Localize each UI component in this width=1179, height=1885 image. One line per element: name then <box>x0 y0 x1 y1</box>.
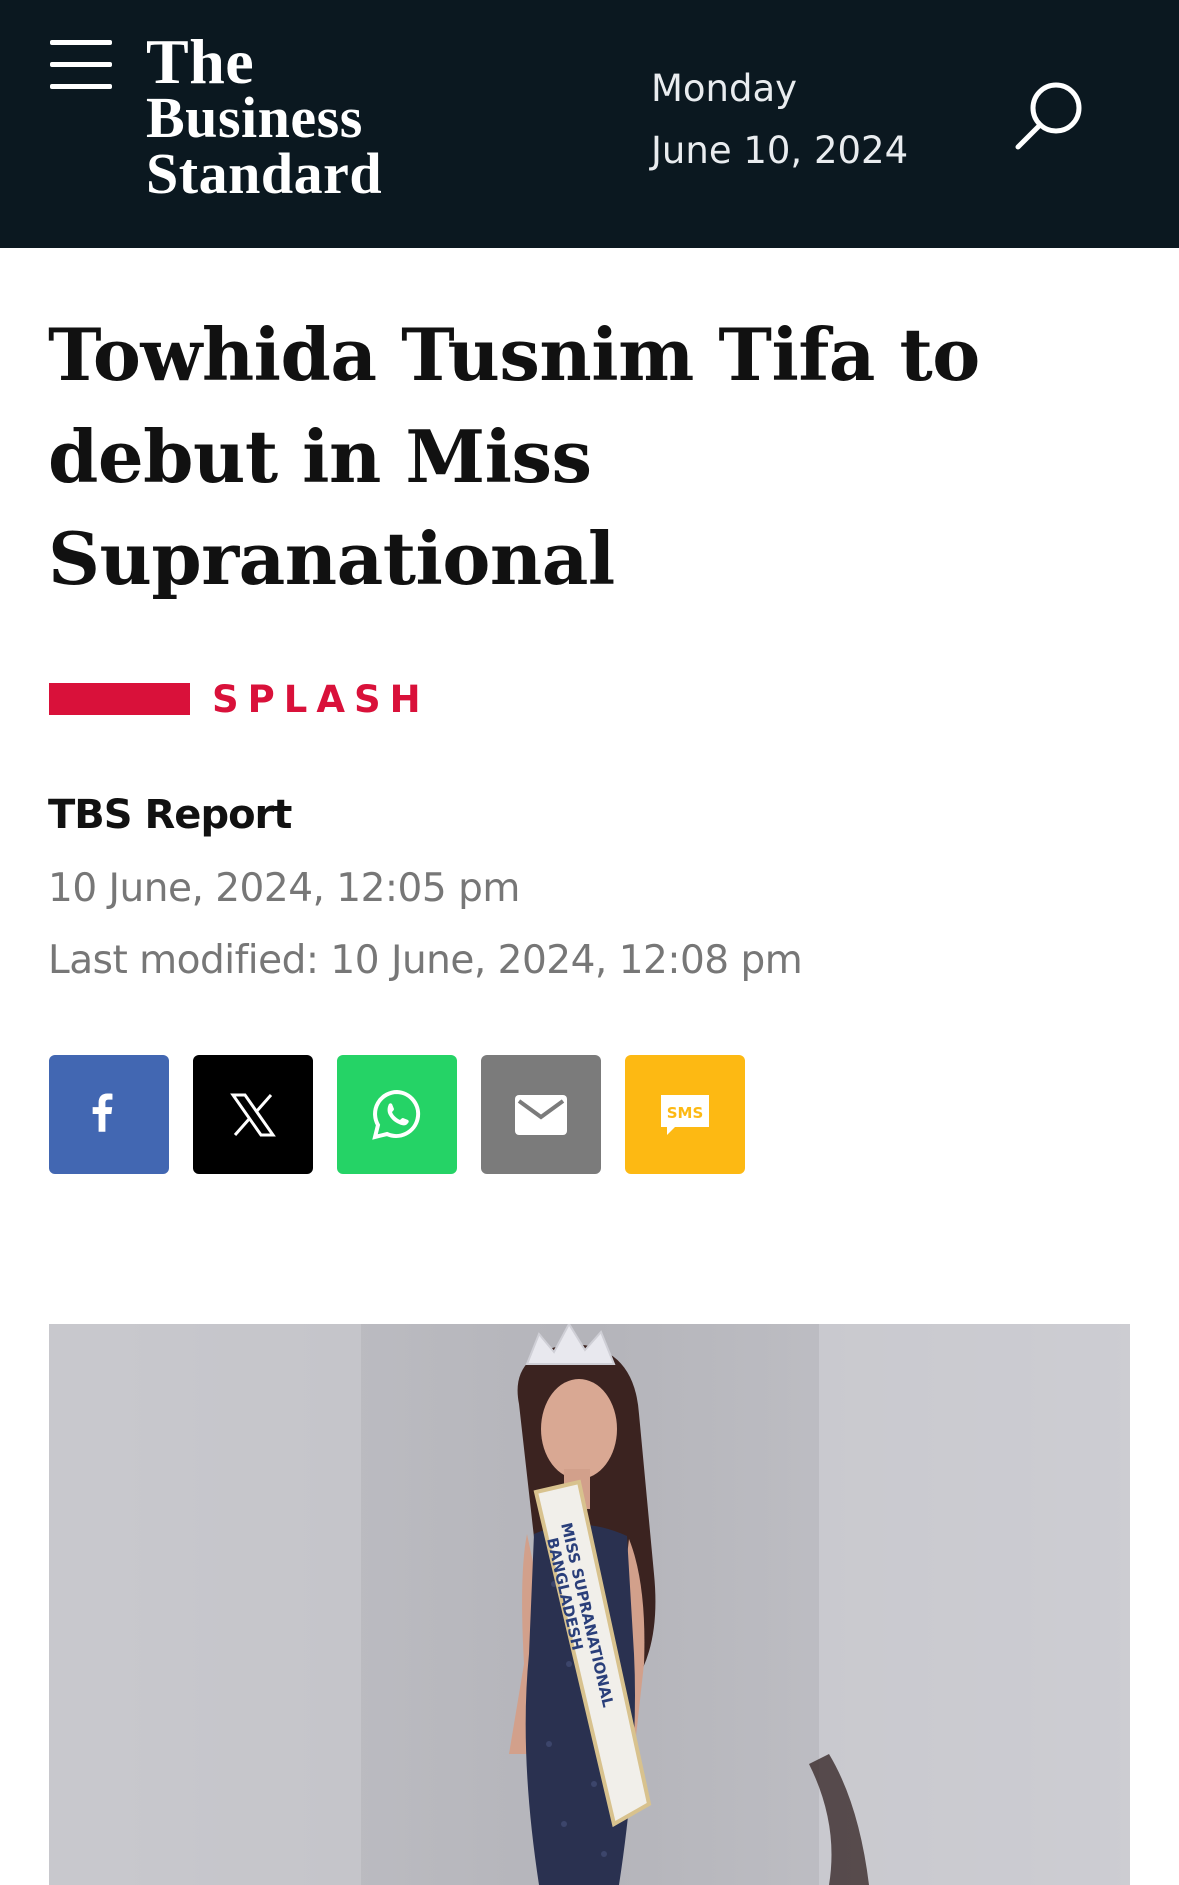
svg-text:SMS: SMS <box>667 1104 704 1122</box>
date-weekday: Monday <box>651 67 798 110</box>
article-hero-image: MISS SUPRANATIONAL BANGLADESH <box>49 1324 1130 1885</box>
share-sms-button[interactable]: SMS <box>625 1055 745 1174</box>
logo-line-3: Standard <box>146 141 383 206</box>
share-x-button[interactable] <box>193 1055 313 1174</box>
hamburger-menu-icon[interactable] <box>50 40 112 92</box>
published-date: 10 June, 2024, 12:05 pm <box>48 866 520 911</box>
search-icon[interactable] <box>1012 76 1088 152</box>
logo-line-2: Business <box>146 85 363 150</box>
email-icon <box>515 1094 567 1135</box>
facebook-icon <box>92 1093 113 1132</box>
logo-line-1: The <box>146 26 255 97</box>
site-header: The Business Standard Monday June 10, 20… <box>0 0 1179 248</box>
share-facebook-button[interactable] <box>49 1055 169 1174</box>
article-headline: Towhida Tusnim Tifa to debut in Miss Sup… <box>48 312 980 601</box>
last-modified-date: Last modified: 10 June, 2024, 12:08 pm <box>48 938 803 983</box>
section-tag[interactable]: SPLASH <box>49 677 430 721</box>
date-full: June 10, 2024 <box>651 129 909 172</box>
share-email-button[interactable] <box>481 1055 601 1174</box>
site-logo[interactable]: The Business Standard <box>146 26 383 206</box>
article-author[interactable]: TBS Report <box>48 792 292 838</box>
x-icon <box>230 1093 276 1136</box>
section-accent-bar <box>49 683 190 715</box>
sms-icon: SMS <box>661 1094 709 1135</box>
whatsapp-icon <box>372 1089 421 1140</box>
header-date: Monday June 10, 2024 <box>651 58 908 182</box>
section-label: SPLASH <box>212 677 430 721</box>
share-whatsapp-button[interactable] <box>337 1055 457 1174</box>
